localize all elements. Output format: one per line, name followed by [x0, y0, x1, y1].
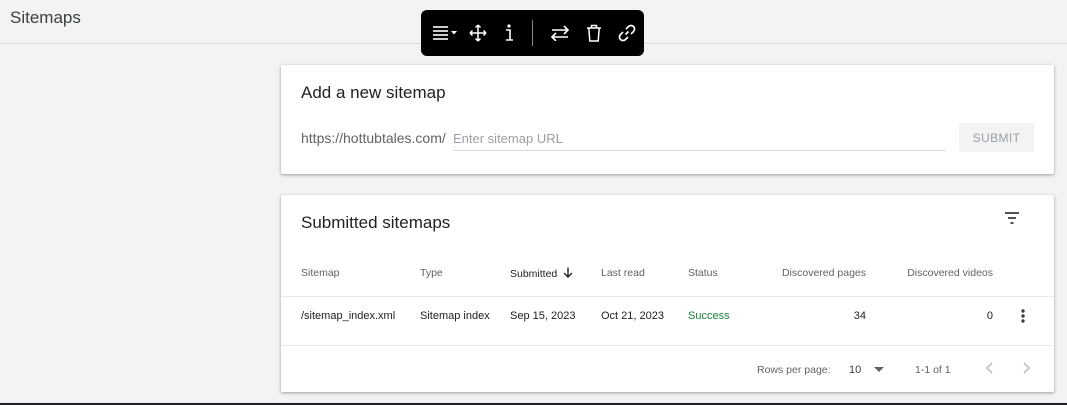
chevron-left-icon[interactable] — [985, 361, 995, 380]
dropdown-arrow-icon — [874, 367, 884, 372]
rows-per-page-label: Rows per page: — [757, 364, 831, 376]
arrow-down-icon — [563, 267, 573, 281]
pagination-range: 1-1 of 1 — [915, 364, 951, 376]
move-button[interactable] — [461, 10, 495, 56]
cell-discovered-pages: 34 — [853, 310, 866, 322]
column-header-sitemap[interactable]: Sitemap — [301, 267, 340, 279]
row-divider — [281, 345, 1054, 346]
cell-submitted: Sep 15, 2023 — [510, 310, 576, 322]
column-header-discovered-videos[interactable]: Discovered videos — [887, 267, 993, 279]
chevron-right-icon[interactable] — [1021, 361, 1031, 380]
cell-status: Success — [688, 310, 730, 322]
cell-type: Sitemap index — [420, 310, 490, 322]
rows-per-page-value: 10 — [849, 364, 862, 376]
submitted-sitemaps-title: Submitted sitemaps — [301, 213, 451, 232]
column-header-submitted-label: Submitted — [510, 267, 558, 280]
header-divider — [281, 296, 1054, 297]
swap-button[interactable] — [543, 10, 577, 56]
page-title: Sitemaps — [10, 8, 81, 27]
add-sitemap-card: Add a new sitemap https://hottubtales.co… — [281, 65, 1054, 174]
cell-sitemap[interactable]: /sitemap_index.xml — [301, 310, 395, 322]
link-button[interactable] — [610, 10, 644, 56]
column-header-last-read[interactable]: Last read — [601, 267, 645, 279]
floating-toolbar — [421, 10, 644, 56]
more-vert-icon[interactable] — [1018, 308, 1028, 329]
sitemap-url-input[interactable] — [453, 127, 946, 151]
cell-discovered-videos: 0 — [986, 310, 993, 322]
swap-icon — [550, 25, 570, 41]
trash-icon — [586, 24, 602, 42]
column-header-submitted[interactable]: Submitted — [510, 267, 573, 281]
info-button[interactable] — [494, 10, 524, 56]
move-icon — [469, 24, 487, 42]
submit-button[interactable]: SUBMIT — [959, 123, 1034, 152]
column-header-type[interactable]: Type — [420, 267, 443, 279]
column-header-discovered-pages[interactable]: Discovered pages — [759, 267, 866, 279]
toolbar-divider — [532, 20, 534, 46]
info-icon — [503, 23, 515, 43]
link-icon — [617, 23, 637, 43]
delete-button[interactable] — [577, 10, 611, 56]
cell-last-read: Oct 21, 2023 — [601, 310, 664, 322]
add-sitemap-title: Add a new sitemap — [301, 83, 446, 102]
align-menu-icon — [432, 25, 460, 41]
column-header-status[interactable]: Status — [688, 267, 718, 279]
align-menu-button[interactable] — [431, 10, 461, 56]
filter-icon[interactable] — [1003, 211, 1021, 230]
submitted-sitemaps-card: Submitted sitemaps Sitemap Type Submitte… — [281, 195, 1054, 392]
sitemap-url-prefix: https://hottubtales.com/ — [301, 130, 446, 146]
rows-per-page-select[interactable]: 10 — [849, 361, 887, 379]
